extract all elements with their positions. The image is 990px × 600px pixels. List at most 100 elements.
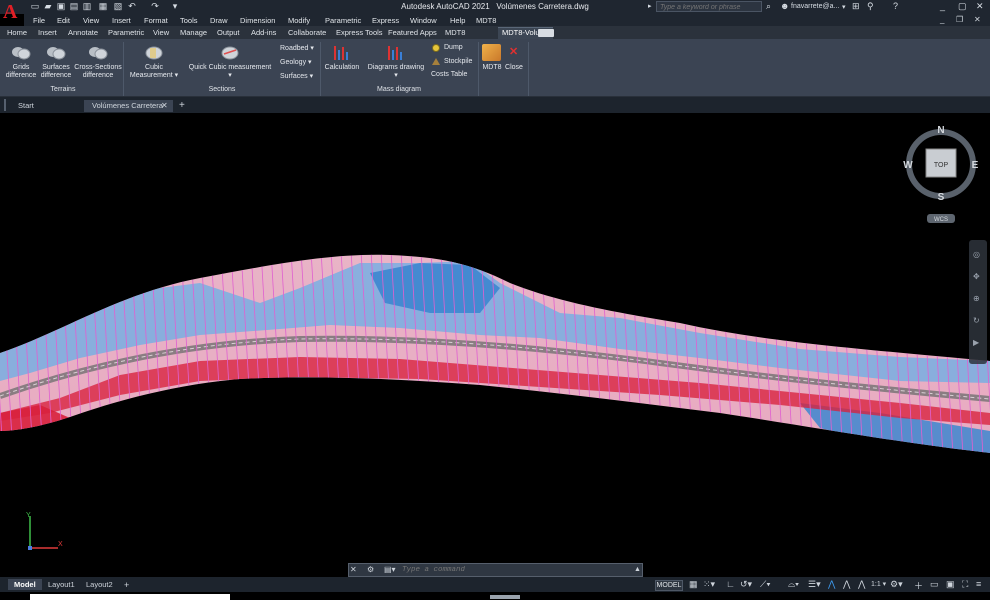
ribbon-tab-featured-apps[interactable]: Featured Apps — [388, 28, 437, 37]
search-input[interactable] — [657, 3, 761, 12]
steering-wheel-icon[interactable]: ◎ — [973, 250, 980, 259]
mdt8-logo-icon — [482, 44, 501, 61]
ribbon-tab-output[interactable]: Output — [217, 28, 240, 37]
menu-edit[interactable]: Edit — [57, 16, 70, 25]
search-box[interactable] — [656, 1, 762, 12]
ribbon-tab-manage[interactable]: Manage — [180, 28, 207, 37]
cubic-measurement-button[interactable]: Cubic Measurement ▾ — [127, 64, 181, 80]
orbit-icon[interactable]: ↻ — [973, 316, 980, 325]
doc-close-icon[interactable]: ✕ — [974, 15, 981, 24]
menu-modify[interactable]: Modify — [288, 16, 310, 25]
help-icon[interactable]: ? — [893, 1, 898, 11]
zoom-extents-icon[interactable]: ⊕ — [973, 294, 980, 303]
costs-table-button[interactable]: Costs Table — [431, 71, 467, 79]
horizontal-scrollbar-track[interactable] — [30, 594, 230, 600]
pan-icon[interactable]: ✥ — [973, 272, 980, 281]
menu-window[interactable]: Window — [410, 16, 437, 25]
horizontal-scrollbar-thumb[interactable] — [490, 595, 520, 599]
menu-help[interactable]: Help — [450, 16, 465, 25]
dump-icon — [432, 44, 440, 52]
polar-icon[interactable]: ↺▾ — [740, 579, 752, 590]
close-button[interactable]: Close — [503, 64, 525, 72]
menu-parametric[interactable]: Parametric — [325, 16, 361, 25]
add-layout-icon[interactable]: + — [118, 579, 135, 591]
ribbon-tab-collaborate[interactable]: Collaborate — [288, 28, 326, 37]
hardware-accel-icon[interactable]: ▣ — [946, 579, 955, 590]
cmd-recent-icon[interactable]: ▤▾ — [384, 565, 396, 574]
calculation-button[interactable]: Calculation — [322, 64, 362, 72]
menu-dimension[interactable]: Dimension — [240, 16, 275, 25]
menu-view[interactable]: View — [83, 16, 99, 25]
surfaces-button[interactable]: Surfaces ▾ — [280, 73, 320, 81]
customize-status-icon[interactable]: ≡ — [976, 579, 981, 589]
ribbon-tab-parametric[interactable]: Parametric — [108, 28, 144, 37]
layout-tab-layout2[interactable]: Layout2 — [80, 579, 119, 590]
ribbon-minimize-toggle[interactable] — [538, 29, 554, 37]
grids-difference-button[interactable]: Grids difference — [4, 64, 38, 80]
viewcube[interactable]: TOP N S E W WCS — [900, 122, 985, 224]
cubic-measurement-icon — [145, 46, 163, 60]
cmd-customize-icon[interactable]: ⚙ — [367, 565, 374, 574]
surfaces-difference-icon — [47, 47, 66, 60]
share-icon[interactable]: ⚲ — [867, 1, 874, 12]
layout-tab-model[interactable]: Model — [8, 579, 42, 590]
grid-icon[interactable]: ▦ — [689, 579, 698, 590]
isodraft-icon[interactable]: ⟋▾ — [760, 579, 771, 590]
ribbon-tab-view[interactable]: View — [153, 28, 169, 37]
object-snap-icon[interactable]: ⌓▾ — [788, 579, 799, 590]
menu-insert[interactable]: Insert — [112, 16, 131, 25]
menu-express[interactable]: Express — [372, 16, 399, 25]
ribbon-tab-addins[interactable]: Add-ins — [251, 28, 276, 37]
menu-tools[interactable]: Tools — [180, 16, 198, 25]
new-tab-plus-icon[interactable]: + — [179, 100, 185, 111]
minimize-icon[interactable]: _ — [940, 1, 945, 11]
close-icon[interactable]: ✕ — [976, 1, 984, 12]
ribbon-tab-express-tools[interactable]: Express Tools — [336, 28, 383, 37]
workspace-gear-icon[interactable]: ⚙▾ — [890, 579, 903, 590]
menu-format[interactable]: Format — [144, 16, 168, 25]
mdt8-button[interactable]: MDT8 — [480, 64, 504, 72]
units-icon[interactable]: ▭ — [930, 579, 939, 590]
ribbon-tab-insert[interactable]: Insert — [38, 28, 57, 37]
annotation-scale[interactable]: 1:1 ▾ — [871, 580, 886, 588]
ortho-icon[interactable]: ∟ — [726, 579, 735, 589]
snap-icon[interactable]: ⁙▾ — [703, 579, 715, 590]
layout-tab-layout1[interactable]: Layout1 — [42, 579, 81, 590]
menu-mdt8[interactable]: MDT8 — [476, 16, 496, 25]
menu-draw[interactable]: Draw — [210, 16, 228, 25]
diagrams-drawing-button[interactable]: Diagrams drawing ▾ — [364, 64, 428, 80]
user-dropdown-icon[interactable]: ▾ — [842, 3, 846, 11]
doc-restore-icon[interactable]: ❐ — [956, 15, 963, 24]
annomonitor-icon[interactable]: ＋ — [914, 579, 923, 592]
doc-tab-close-icon[interactable]: ✕ — [161, 101, 168, 110]
user-icon[interactable]: ☻ — [780, 1, 789, 11]
maximize-icon[interactable]: ▢ — [958, 1, 967, 12]
model-space-toggle[interactable]: MODEL — [655, 580, 683, 591]
cross-sections-difference-button[interactable]: Cross-Sections difference — [74, 64, 122, 80]
cart-icon[interactable]: ⊞ — [852, 1, 860, 12]
cmd-close-icon[interactable]: ✕ — [350, 565, 357, 574]
annotation-autoscale-icon[interactable]: ⋀ — [843, 579, 850, 590]
doc-tab-start[interactable]: Start — [10, 100, 82, 112]
ribbon-tab-mdt8[interactable]: MDT8 — [445, 28, 465, 37]
lineweight-icon[interactable]: ☰▾ — [808, 579, 821, 590]
ribbon-tab-home[interactable]: Home — [7, 28, 27, 37]
annotation-visibility-icon[interactable]: ⋀ — [828, 579, 835, 590]
user-name[interactable]: fnavarrete@a... — [791, 3, 839, 10]
clean-screen-icon[interactable]: ⛶ — [962, 579, 968, 590]
ribbon-tab-annotate[interactable]: Annotate — [68, 28, 98, 37]
command-input[interactable] — [402, 565, 602, 575]
annotation-scale-icon[interactable]: ⋀ — [858, 579, 865, 590]
menu-file[interactable]: File — [33, 16, 45, 25]
cmd-history-icon[interactable]: ▲ — [634, 566, 641, 573]
stockpile-button[interactable]: Stockpile — [444, 58, 472, 66]
dump-button[interactable]: Dump — [444, 44, 463, 52]
search-icon[interactable]: ⌕ — [766, 1, 771, 12]
showmotion-icon[interactable]: ▶ — [973, 338, 979, 347]
doc-tab-volumenes-carretera[interactable]: Volúmenes Carretera — [84, 100, 173, 112]
surfaces-difference-button[interactable]: Surfaces difference — [39, 64, 73, 80]
geology-button[interactable]: Geology ▾ — [280, 59, 320, 67]
roadbed-button[interactable]: Roadbed ▾ — [280, 45, 320, 53]
quick-cubic-measurement-button[interactable]: Quick Cubic measurement ▾ — [185, 64, 275, 80]
doc-minimize-icon[interactable]: _ — [940, 15, 944, 24]
